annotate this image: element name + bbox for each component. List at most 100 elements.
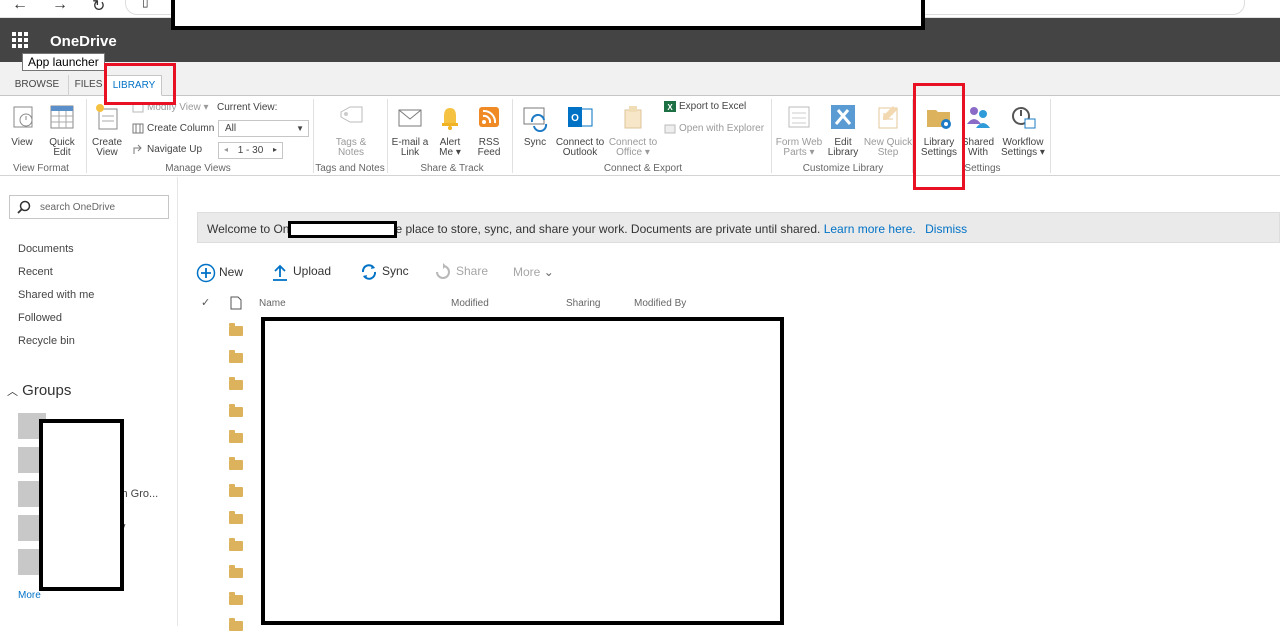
folder-icon[interactable]	[229, 565, 243, 578]
sync-icon	[523, 107, 548, 133]
shared-with-button[interactable]: Shared With	[953, 102, 1003, 158]
folder-icon[interactable]	[229, 404, 243, 417]
create-column-button[interactable]: Create Column	[132, 123, 214, 134]
brand-title[interactable]: OneDrive	[50, 33, 117, 50]
folder-icon[interactable]	[229, 350, 243, 363]
nav-recent[interactable]: Recent	[18, 266, 53, 278]
redaction-welcome	[288, 221, 397, 238]
new-quick-step-button[interactable]: New Quick Step	[863, 102, 913, 158]
nav-followed[interactable]: Followed	[18, 312, 62, 324]
group-label-share-track: Share & Track	[420, 163, 484, 174]
svg-text:O: O	[571, 113, 579, 124]
rss-feed-button[interactable]: RSS Feed	[464, 102, 514, 158]
create-column-icon	[132, 123, 144, 134]
ribbon: View Quick Edit View Format Create View …	[0, 96, 1280, 176]
workflow-settings-button[interactable]: Workflow Settings ▾	[998, 102, 1048, 158]
redaction-file-list	[261, 317, 784, 625]
library-settings-icon	[927, 110, 951, 129]
navigate-up-icon	[133, 144, 142, 154]
folder-icon[interactable]	[229, 511, 243, 524]
create-view-button[interactable]: Create View	[82, 102, 132, 158]
chevron-down-icon: ⌄	[543, 265, 554, 279]
nav-documents[interactable]: Documents	[18, 243, 74, 255]
chevron-up-icon: ︿	[7, 386, 18, 398]
current-view-label: Current View:	[217, 102, 278, 113]
current-view-select[interactable]: All ▼	[218, 120, 309, 137]
share-button[interactable]: Share	[434, 263, 488, 281]
bell-icon	[442, 108, 458, 130]
tab-files[interactable]: FILES	[68, 75, 108, 96]
app-launcher-tooltip: App launcher	[22, 53, 105, 71]
folder-icon[interactable]	[229, 618, 243, 631]
excel-icon: X	[664, 101, 676, 112]
workflow-settings-icon	[1012, 107, 1036, 129]
folder-icon[interactable]	[229, 323, 243, 336]
tab-library[interactable]: LIBRARY	[106, 75, 162, 96]
navigate-up-button[interactable]: Navigate Up	[132, 144, 202, 155]
form-web-parts-button[interactable]: Form Web Parts ▾	[774, 102, 824, 158]
nav-recycle-bin[interactable]: Recycle bin	[18, 335, 75, 347]
sync-arrows-icon	[361, 264, 377, 280]
folder-icon[interactable]	[229, 377, 243, 390]
group-divider	[771, 99, 772, 173]
connect-outlook-button[interactable]: O Connect to Outlook	[555, 102, 605, 158]
tag-icon	[340, 106, 363, 123]
edit-library-icon	[831, 105, 855, 129]
dismiss-link[interactable]: Dismiss	[925, 222, 967, 236]
forward-icon[interactable]: →	[52, 0, 68, 14]
quick-edit-icon	[50, 105, 74, 129]
rss-icon	[479, 107, 499, 127]
back-icon[interactable]: ←	[12, 0, 28, 14]
reload-icon[interactable]: ↻	[92, 0, 105, 16]
learn-more-link[interactable]: Learn more here.	[824, 222, 916, 236]
group-divider	[313, 99, 314, 173]
nav-shared-with-me[interactable]: Shared with me	[18, 289, 94, 301]
quick-edit-button[interactable]: Quick Edit	[37, 102, 87, 158]
next-page-icon[interactable]: ▸	[273, 145, 277, 154]
edit-library-button[interactable]: Edit Library	[818, 102, 868, 158]
folder-icon[interactable]	[229, 484, 243, 497]
more-groups-link[interactable]: More	[18, 590, 41, 601]
sync-ribbon-button[interactable]: Sync	[510, 102, 560, 148]
select-all-checkmark-icon[interactable]: ✓	[201, 296, 210, 309]
group-label-view-format: View Format	[13, 163, 69, 174]
pager: ◂ 1 - 30 ▸	[218, 142, 283, 159]
previous-page-icon[interactable]: ◂	[224, 145, 228, 154]
search-box[interactable]: search OneDrive	[9, 195, 169, 219]
column-sharing[interactable]: Sharing	[566, 298, 600, 309]
column-modified[interactable]: Modified	[451, 298, 489, 309]
tags-notes-button[interactable]: Tags & Notes	[326, 102, 376, 158]
column-name[interactable]: Name	[259, 298, 286, 309]
tab-browse[interactable]: BROWSE	[10, 75, 64, 96]
folder-icon[interactable]	[229, 457, 243, 470]
waffle-icon[interactable]	[12, 32, 28, 48]
export-excel-button[interactable]: X Export to Excel	[664, 101, 746, 112]
column-modified-by[interactable]: Modified By	[634, 298, 686, 309]
svg-text:X: X	[667, 103, 673, 112]
ribbon-tab-row: BROWSE FILES LIBRARY	[0, 62, 1280, 96]
folder-icon[interactable]	[229, 430, 243, 443]
open-explorer-button[interactable]: Open with Explorer	[664, 123, 764, 134]
chevron-down-icon: ▼	[296, 124, 304, 133]
new-button[interactable]: New	[196, 263, 243, 283]
envelope-icon	[398, 109, 422, 127]
group-label-manage-views: Manage Views	[165, 163, 231, 174]
group-label-settings: Settings	[964, 163, 1001, 174]
group-label-connect-export: Connect & Export	[603, 163, 683, 174]
explorer-icon	[664, 124, 676, 134]
upload-button[interactable]: Upload	[272, 263, 331, 281]
page-info-icon[interactable]: ▯	[142, 0, 149, 9]
modify-view-button[interactable]: Modify View ▾	[132, 102, 209, 113]
search-icon	[17, 200, 31, 214]
form-web-parts-icon	[788, 106, 810, 128]
file-type-icon	[230, 296, 242, 310]
folder-icon[interactable]	[229, 592, 243, 605]
connect-office-button[interactable]: Connect to Office ▾	[608, 102, 658, 158]
group-label-tags-notes: Tags and Notes	[315, 163, 385, 174]
groups-heading[interactable]: ︿ Groups	[7, 382, 71, 399]
view-icon	[13, 106, 33, 128]
create-view-icon	[96, 104, 118, 130]
more-button[interactable]: More ⌄	[513, 265, 554, 279]
sync-button[interactable]: Sync	[360, 263, 409, 281]
folder-icon[interactable]	[229, 538, 243, 551]
